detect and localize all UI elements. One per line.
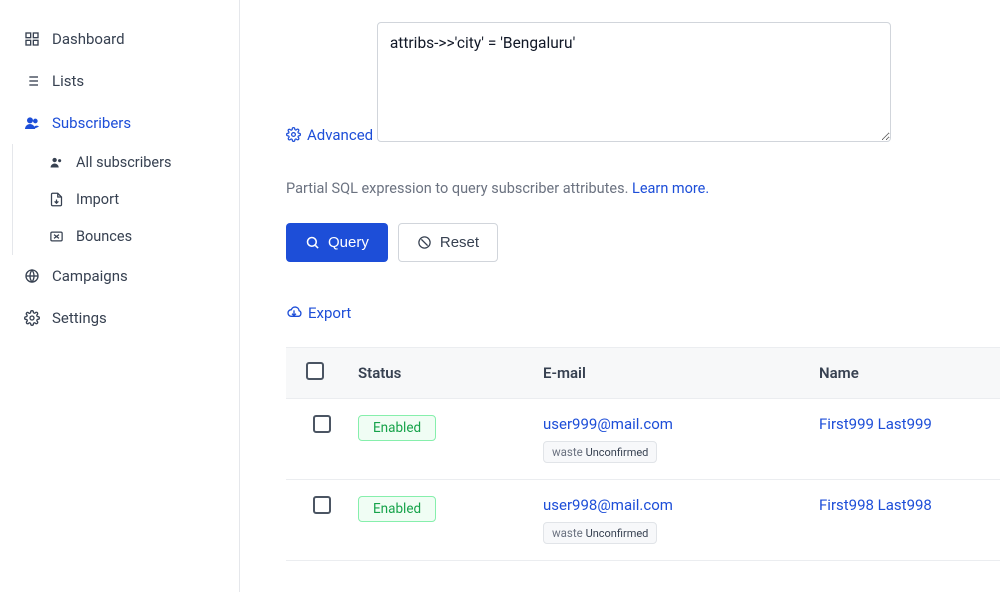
name-link[interactable]: First998 Last998: [819, 496, 932, 514]
subscribers-table: Status E-mail Name Enabled user999@mail.…: [286, 347, 1000, 561]
list-chip[interactable]: waste Unconfirmed: [543, 441, 657, 463]
search-icon: [305, 235, 320, 250]
chip-substatus: Unconfirmed: [586, 527, 649, 540]
nav-all-subscribers-label: All subscribers: [76, 154, 171, 171]
list-chip[interactable]: waste Unconfirmed: [543, 522, 657, 544]
import-icon: [49, 192, 64, 207]
th-status[interactable]: Status: [348, 347, 533, 398]
export-label: Export: [308, 304, 351, 322]
advanced-toggle[interactable]: Advanced: [286, 126, 373, 144]
row-checkbox[interactable]: [313, 415, 331, 433]
th-email[interactable]: E-mail: [533, 347, 809, 398]
nav-bounces-label: Bounces: [76, 228, 132, 245]
sidebar: Dashboard Lists Subscribers All subscrib…: [0, 0, 240, 592]
nav-dashboard-label: Dashboard: [52, 30, 125, 48]
name-link[interactable]: First999 Last999: [819, 415, 932, 433]
query-actions: Query Reset: [286, 223, 1000, 262]
nav-lists[interactable]: Lists: [0, 60, 239, 102]
nav-all-subscribers[interactable]: All subscribers: [13, 144, 239, 181]
row-checkbox[interactable]: [313, 496, 331, 514]
subscribers-subnav: All subscribers Import Bounces: [12, 144, 239, 255]
query-button-label: Query: [328, 234, 369, 251]
nav-dashboard[interactable]: Dashboard: [0, 18, 239, 60]
hint-text: Partial SQL expression to query subscrib…: [286, 180, 632, 197]
export-link[interactable]: Export: [286, 304, 351, 322]
campaigns-icon: [24, 268, 40, 284]
advanced-label: Advanced: [307, 126, 373, 144]
subscribers-icon: [24, 115, 40, 131]
nav-subscribers[interactable]: Subscribers: [0, 102, 239, 144]
th-name[interactable]: Name: [809, 347, 1000, 398]
cloud-download-icon: [286, 305, 302, 321]
chip-substatus: Unconfirmed: [586, 446, 649, 459]
learn-more-link[interactable]: Learn more.: [632, 180, 709, 197]
main-content: Advanced Partial SQL expression to query…: [240, 0, 1000, 592]
table-row: Enabled user999@mail.com waste Unconfirm…: [286, 398, 1000, 479]
select-all-checkbox[interactable]: [306, 362, 324, 380]
dashboard-icon: [24, 31, 40, 47]
chip-tag: waste: [552, 526, 583, 540]
chip-tag: waste: [552, 445, 583, 459]
lists-icon: [24, 73, 40, 89]
nav-bounces[interactable]: Bounces: [13, 218, 239, 255]
reset-button-label: Reset: [440, 234, 479, 251]
bounces-icon: [49, 229, 64, 244]
table-row: Enabled user998@mail.com waste Unconfirm…: [286, 479, 1000, 560]
nav-settings-label: Settings: [52, 309, 107, 327]
email-link[interactable]: user999@mail.com: [543, 415, 673, 433]
gear-icon: [286, 127, 301, 142]
reset-icon: [417, 235, 432, 250]
nav-lists-label: Lists: [52, 72, 84, 90]
settings-icon: [24, 310, 40, 326]
email-link[interactable]: user998@mail.com: [543, 496, 673, 514]
users-icon: [49, 155, 64, 170]
query-input[interactable]: [377, 22, 891, 142]
nav-import-label: Import: [76, 191, 119, 208]
query-button[interactable]: Query: [286, 223, 388, 262]
reset-button[interactable]: Reset: [398, 223, 498, 262]
status-badge: Enabled: [358, 496, 436, 522]
nav-campaigns-label: Campaigns: [52, 267, 128, 285]
query-hint: Partial SQL expression to query subscrib…: [286, 180, 1000, 197]
nav-settings[interactable]: Settings: [0, 297, 239, 339]
nav-import[interactable]: Import: [13, 181, 239, 218]
nav-subscribers-label: Subscribers: [52, 114, 131, 132]
nav-campaigns[interactable]: Campaigns: [0, 255, 239, 297]
status-badge: Enabled: [358, 415, 436, 441]
